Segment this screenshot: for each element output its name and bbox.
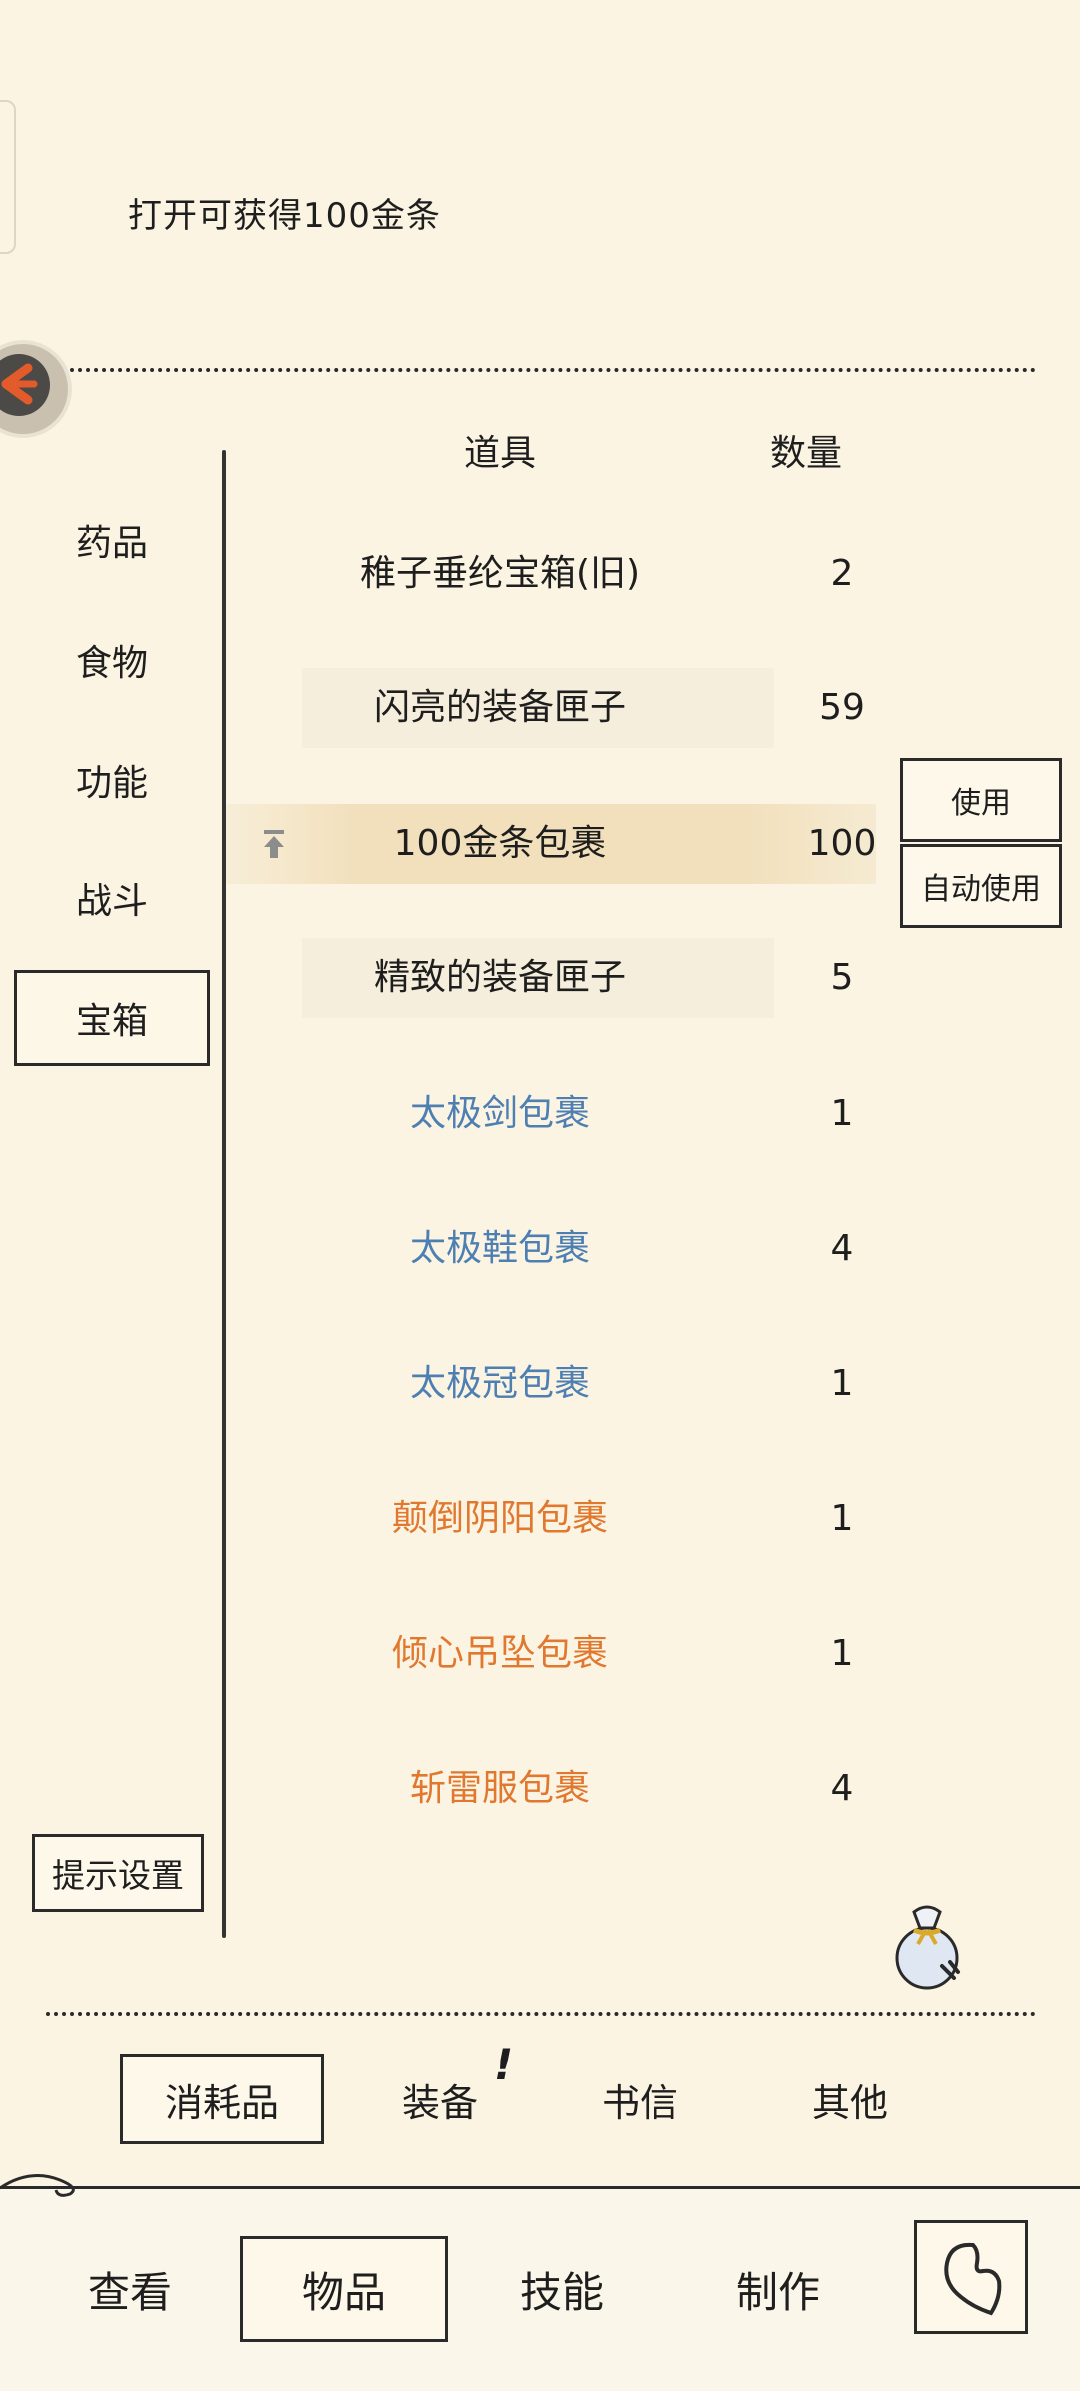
nav-skills[interactable]: 技能 <box>482 2236 642 2342</box>
nav-view[interactable]: 查看 <box>50 2236 210 2342</box>
nav-items[interactable]: 物品 <box>240 2236 448 2342</box>
item-quantity: 1 <box>830 1363 854 1404</box>
hint-settings-button[interactable]: 提示设置 <box>32 1834 204 1912</box>
cloud-swirl-decoration <box>0 2174 75 2197</box>
category-chest[interactable]: 宝箱 <box>14 970 210 1066</box>
item-row[interactable]: 颠倒阴阳包裹 1 <box>236 1471 892 1567</box>
item-name: 斩雷服包裹 <box>409 1768 590 1809</box>
side-panel-edge <box>0 100 16 254</box>
category-battle[interactable]: 战斗 <box>14 866 210 930</box>
heart-icon <box>944 2242 1002 2316</box>
item-quantity: 1 <box>830 1633 854 1674</box>
item-quantity: 1 <box>830 1498 854 1539</box>
tab-consumables[interactable]: 消耗品 <box>120 2054 324 2144</box>
item-row[interactable]: 倾心吊坠包裹 1 <box>236 1606 892 1702</box>
item-name: 太极剑包裹 <box>409 1093 590 1134</box>
category-food[interactable]: 食物 <box>14 628 210 692</box>
item-name: 太极冠包裹 <box>409 1363 590 1404</box>
item-name: 倾心吊坠包裹 <box>391 1633 608 1674</box>
item-name: 太极鞋包裹 <box>409 1228 590 1269</box>
item-name: 颠倒阴阳包裹 <box>391 1498 608 1539</box>
item-row[interactable]: 精致的装备匣子 5 <box>236 930 892 1026</box>
tab-letters[interactable]: 书信 <box>560 2054 720 2144</box>
item-name: 100金条包裹 <box>393 823 607 864</box>
dotted-divider <box>46 2012 1036 2016</box>
item-row[interactable]: 太极鞋包裹 4 <box>236 1201 892 1297</box>
dotted-divider <box>46 368 1036 372</box>
auto-use-button[interactable]: 自动使用 <box>900 844 1062 928</box>
item-row[interactable]: 稚子垂纶宝箱(旧) 2 <box>236 526 892 622</box>
item-row-selected[interactable]: 100金条包裹 100 <box>226 796 892 892</box>
item-quantity: 100 <box>807 823 877 864</box>
alert-badge: ! <box>494 2040 514 2089</box>
column-header-quantity: 数量 <box>769 433 842 474</box>
item-row[interactable]: 太极冠包裹 1 <box>236 1336 892 1432</box>
item-row[interactable]: 太极剑包裹 1 <box>236 1066 892 1162</box>
item-quantity: 1 <box>830 1093 854 1134</box>
category-function[interactable]: 功能 <box>14 748 210 812</box>
item-quantity: 4 <box>830 1768 854 1809</box>
item-quantity: 59 <box>819 687 865 728</box>
tab-other[interactable]: 其他 <box>770 2054 930 2144</box>
item-row[interactable]: 斩雷服包裹 4 <box>236 1741 892 1837</box>
item-row[interactable]: 闪亮的装备匣子 59 <box>236 660 892 756</box>
item-name: 稚子垂纶宝箱(旧) <box>359 553 641 594</box>
back-arrow-icon <box>0 354 50 416</box>
item-quantity: 2 <box>830 553 854 594</box>
item-name: 闪亮的装备匣子 <box>373 687 626 728</box>
back-button[interactable] <box>0 340 72 438</box>
use-button[interactable]: 使用 <box>900 758 1062 842</box>
item-quantity: 4 <box>830 1228 854 1269</box>
column-header-item: 道具 <box>463 433 536 474</box>
heart-button[interactable] <box>914 2220 1028 2334</box>
nav-craft[interactable]: 制作 <box>698 2236 858 2342</box>
pouch-icon[interactable] <box>884 1898 970 1994</box>
item-name: 精致的装备匣子 <box>373 957 626 998</box>
category-medicine[interactable]: 药品 <box>14 508 210 572</box>
item-quantity: 5 <box>830 957 854 998</box>
vertical-divider <box>222 450 226 1938</box>
item-description: 打开可获得100金条 <box>128 196 441 236</box>
